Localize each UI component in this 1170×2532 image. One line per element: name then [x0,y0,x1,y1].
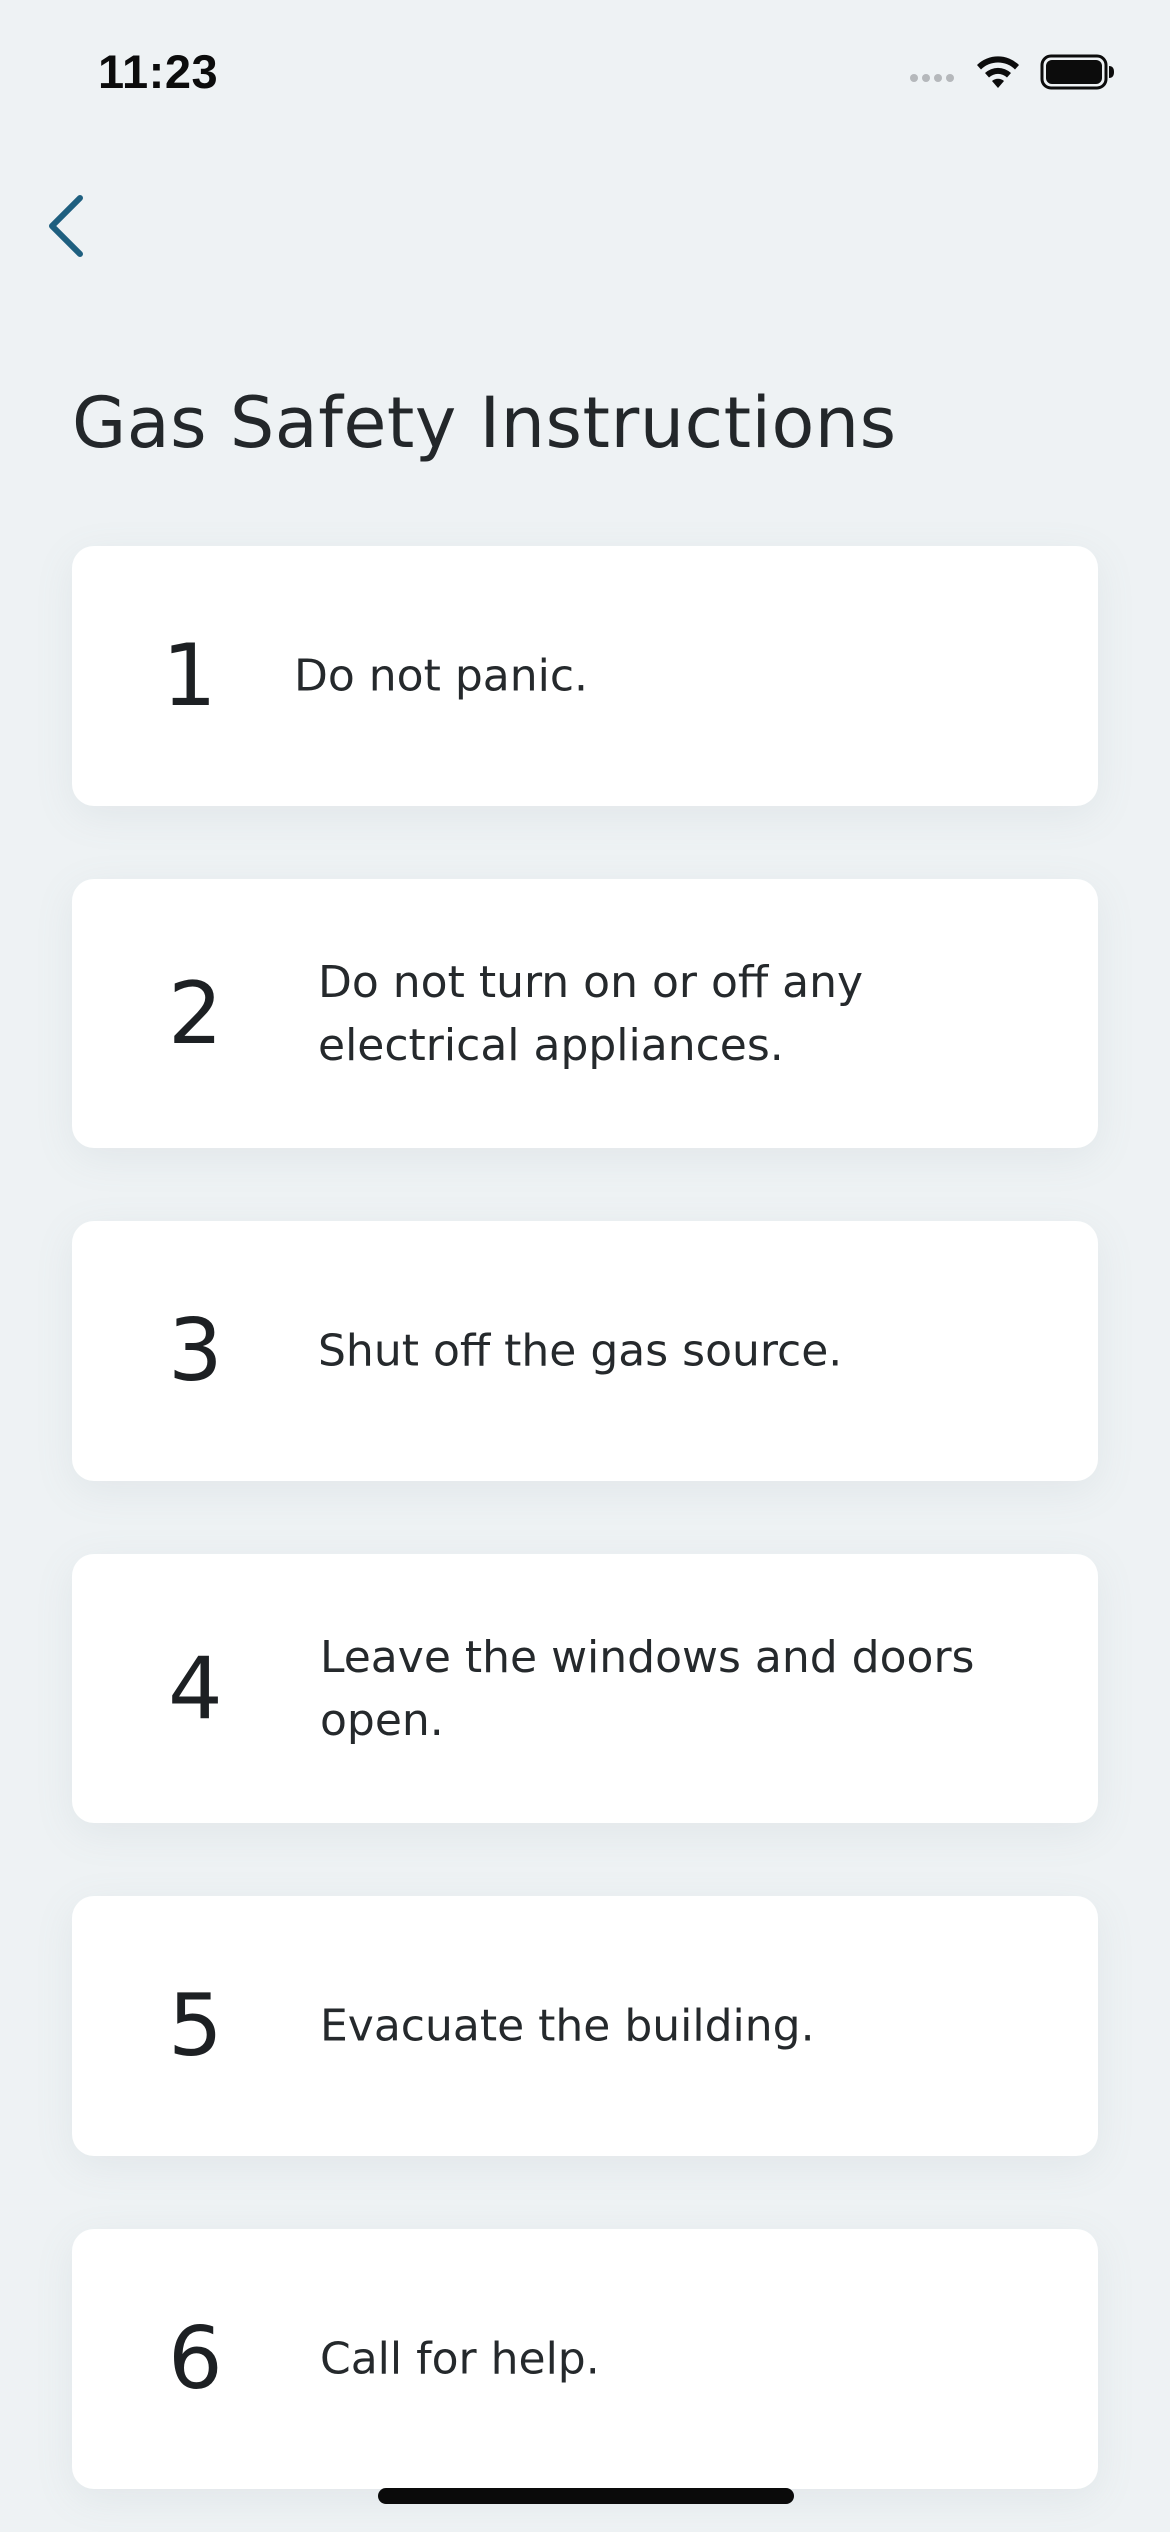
status-icons [910,52,1116,92]
home-indicator[interactable] [378,2488,794,2504]
instruction-card: 3 Shut off the gas source. [72,1221,1098,1481]
instruction-number: 1 [162,626,217,726]
status-time: 11:23 [98,45,219,98]
instruction-text: Leave the windows and doors open. [320,1631,975,1746]
back-button[interactable] [36,186,96,266]
instruction-number: 6 [168,2309,223,2409]
status-bar: 11:23 [0,0,1170,150]
instruction-text: Evacuate the building. [320,2000,815,2052]
instruction-card: 4 Leave the windows and doors open. [72,1554,1098,1823]
battery-icon [1040,54,1114,90]
cellular-signal-icon [910,74,954,82]
instruction-number: 3 [168,1301,223,1401]
chevron-left-icon [49,195,83,257]
instruction-card: 1 Do not panic. [72,546,1098,806]
instruction-card: 2 Do not turn on or off any electrical a… [72,879,1098,1148]
instruction-text: Shut off the gas source. [318,1325,843,1377]
instruction-text: Do not panic. [294,650,589,702]
instruction-number: 5 [168,1976,223,2076]
wifi-icon [977,56,1019,88]
instruction-card: 5 Evacuate the building. [72,1896,1098,2156]
instruction-card: 6 Call for help. [72,2229,1098,2489]
instruction-number: 4 [168,1638,223,1739]
instruction-text: Do not turn on or off any electrical app… [318,956,864,1071]
instruction-number: 2 [168,963,223,1064]
instruction-text: Call for help. [320,2333,600,2385]
page-title: Gas Safety Instructions [72,382,897,464]
